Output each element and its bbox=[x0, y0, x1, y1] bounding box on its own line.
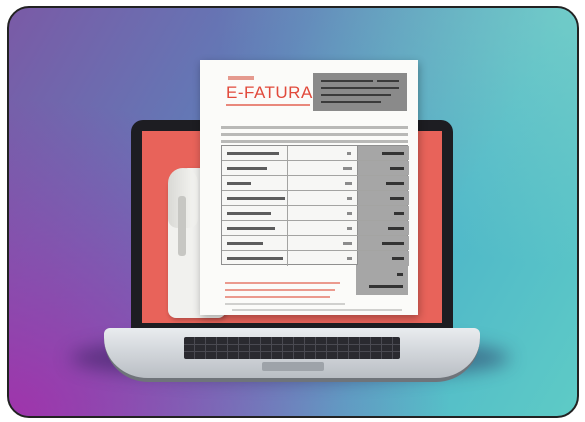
document-stripe bbox=[221, 133, 408, 136]
document-subtitle-line bbox=[226, 104, 310, 106]
table-row bbox=[222, 176, 409, 191]
document-stripe bbox=[221, 140, 408, 143]
footer-line bbox=[225, 282, 340, 284]
table-row bbox=[222, 236, 409, 251]
footer-line bbox=[232, 309, 402, 311]
receipt-edge bbox=[178, 196, 186, 256]
footer-line bbox=[225, 289, 335, 291]
table-row bbox=[222, 146, 409, 161]
laptop-touchpad bbox=[262, 362, 324, 371]
table-row bbox=[222, 191, 409, 206]
table-row bbox=[222, 206, 409, 221]
table-row bbox=[222, 221, 409, 236]
footer-line bbox=[225, 303, 345, 305]
document-title: E-FATURA bbox=[226, 83, 313, 102]
document-logo bbox=[228, 76, 254, 80]
table-row bbox=[222, 161, 409, 176]
document-header-box bbox=[313, 73, 407, 111]
laptop-keyboard bbox=[184, 337, 400, 359]
footer-line bbox=[225, 296, 330, 298]
invoice-table bbox=[221, 145, 409, 266]
document-stripe bbox=[221, 126, 408, 129]
table-row bbox=[222, 251, 409, 266]
invoice-total-box bbox=[356, 265, 408, 295]
